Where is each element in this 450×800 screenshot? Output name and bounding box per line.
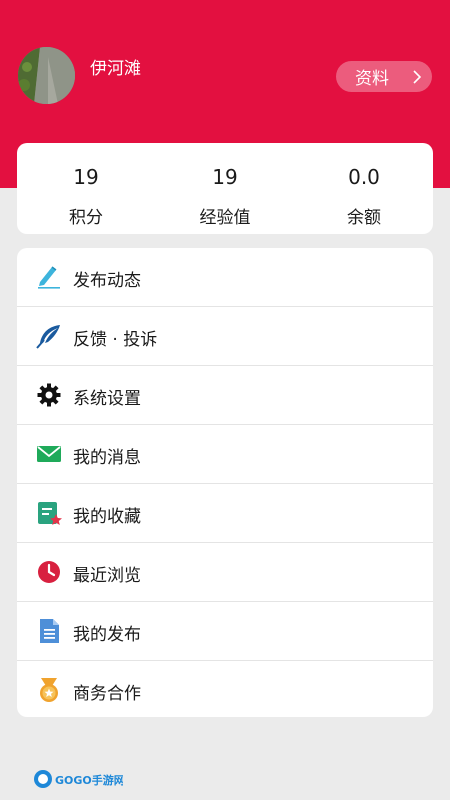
menu-item-label: 我的消息	[73, 448, 141, 468]
feather-icon	[36, 323, 62, 349]
menu-item-label: 商务合作	[73, 684, 141, 704]
stat-label: 余额	[347, 208, 381, 228]
stat-value: 19	[73, 165, 99, 189]
avatar[interactable]	[18, 47, 75, 104]
stat-label: 经验值	[199, 208, 251, 228]
stat-points[interactable]: 19 积分	[26, 143, 146, 234]
gear-icon	[36, 382, 62, 408]
mail-icon	[36, 441, 62, 467]
menu-item-label: 反馈 · 投诉	[73, 330, 158, 350]
menu-item-my-posts[interactable]: 我的发布	[17, 602, 433, 661]
menu-item-label: 系统设置	[73, 389, 141, 409]
watermark-text: GOGO手游网	[55, 773, 123, 787]
username: 伊河滩	[90, 59, 141, 79]
watermark-logo: GOGO手游网	[33, 768, 125, 794]
stat-balance[interactable]: 0.0 余额	[304, 143, 424, 234]
menu-item-history[interactable]: 最近浏览	[17, 543, 433, 602]
clock-icon	[36, 559, 62, 585]
menu-item-label: 最近浏览	[73, 566, 141, 586]
menu-item-feedback[interactable]: 反馈 · 投诉	[17, 307, 433, 366]
menu-item-label: 发布动态	[73, 271, 141, 291]
menu-item-business[interactable]: 商务合作	[17, 661, 433, 717]
stats-card: 19 积分 19 经验值 0.0 余额	[17, 143, 433, 234]
profile-button-label: 资料	[355, 69, 389, 89]
menu-item-post[interactable]: 发布动态	[17, 248, 433, 307]
bookmark-star-icon	[36, 500, 62, 526]
stat-value: 19	[212, 165, 238, 189]
stat-value: 0.0	[348, 165, 380, 189]
menu-item-label: 我的收藏	[73, 507, 141, 527]
menu-item-messages[interactable]: 我的消息	[17, 425, 433, 484]
profile-button[interactable]: 资料	[336, 61, 432, 92]
chevron-right-icon	[413, 69, 422, 89]
menu-list: 发布动态 反馈 · 投诉 系统设置 我的消息 我的收藏 最近浏览 我的发布 商务…	[17, 248, 433, 717]
stat-experience[interactable]: 19 经验值	[165, 143, 285, 234]
medal-icon	[36, 677, 62, 703]
menu-item-label: 我的发布	[73, 625, 141, 645]
pen-icon	[36, 264, 62, 290]
menu-item-favorites[interactable]: 我的收藏	[17, 484, 433, 543]
document-icon	[36, 618, 62, 644]
menu-item-settings[interactable]: 系统设置	[17, 366, 433, 425]
stat-label: 积分	[69, 208, 103, 228]
